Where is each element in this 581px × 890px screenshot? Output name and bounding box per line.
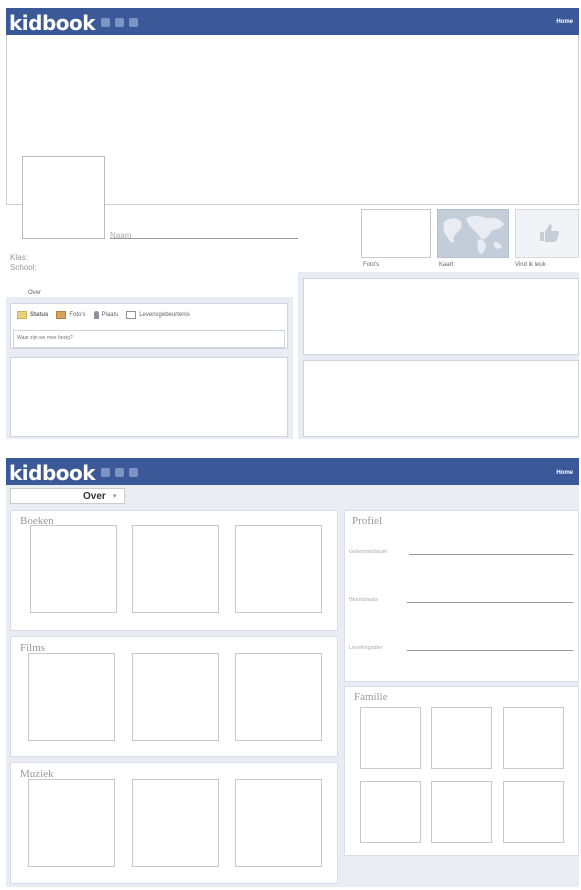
place-icon xyxy=(93,311,99,319)
film-slot[interactable] xyxy=(235,653,322,741)
messages-icon[interactable] xyxy=(115,18,124,27)
friends-icon[interactable] xyxy=(101,468,110,477)
logo-2[interactable]: kidbook xyxy=(9,461,96,485)
favorite-animal-label: Lievelingsdier xyxy=(349,645,383,651)
profile-heading: Profiel xyxy=(352,515,382,527)
family-slot[interactable] xyxy=(431,707,492,769)
photos-thumb[interactable] xyxy=(361,209,431,258)
status-composer: Status Foto's Plaats Levensgebeurtenis W… xyxy=(10,303,288,349)
chevron-down-icon: ▾ xyxy=(113,493,117,500)
top-bar-2: kidbook Home xyxy=(6,458,579,485)
book-slot[interactable] xyxy=(235,525,322,613)
top-bar: kidbook Home xyxy=(6,8,579,35)
logo[interactable]: kidbook xyxy=(9,11,96,35)
residence-line[interactable] xyxy=(407,602,573,603)
residence-label: Woonplaats xyxy=(349,597,378,603)
like-icon xyxy=(540,224,559,242)
birthdate-line[interactable] xyxy=(409,554,573,555)
family-slot[interactable] xyxy=(431,781,492,843)
composer-tab-life-event[interactable]: Levensgebeurtenis xyxy=(126,311,190,319)
family-slot[interactable] xyxy=(503,781,564,843)
world-map-icon xyxy=(443,216,504,254)
family-section: Familie xyxy=(344,686,579,856)
composer-tab-place[interactable]: Plaats xyxy=(93,311,118,319)
family-slot[interactable] xyxy=(360,781,421,843)
family-slot[interactable] xyxy=(360,707,421,769)
music-slot[interactable] xyxy=(235,779,322,867)
notifications-icon[interactable] xyxy=(129,18,138,27)
music-section: Muziek xyxy=(10,762,338,884)
family-heading: Familie xyxy=(354,691,388,703)
music-slot[interactable] xyxy=(28,779,115,867)
book-slot[interactable] xyxy=(132,525,219,613)
messages-icon[interactable] xyxy=(115,468,124,477)
over-link[interactable]: Over xyxy=(28,290,41,296)
film-slot[interactable] xyxy=(28,653,115,741)
notifications-icon[interactable] xyxy=(129,468,138,477)
film-slot[interactable] xyxy=(132,653,219,741)
composer-tab-photos[interactable]: Foto's xyxy=(56,311,86,319)
composer-tab-status[interactable]: Status xyxy=(17,311,48,319)
photos-thumb-label[interactable]: Foto's xyxy=(363,262,379,268)
home-link[interactable]: Home xyxy=(556,19,573,25)
map-thumb[interactable] xyxy=(437,209,509,258)
photo-icon xyxy=(56,311,67,319)
map-thumb-label[interactable]: Kaart xyxy=(439,262,453,268)
life-event-icon xyxy=(126,311,137,319)
composer-input[interactable]: Waar zijn we mee bezig? xyxy=(13,330,285,348)
music-slot[interactable] xyxy=(132,779,219,867)
birthdate-label: Geboortedatum xyxy=(349,549,388,555)
right-card-1 xyxy=(303,278,579,355)
post-card-1 xyxy=(10,357,288,437)
books-section: Boeken xyxy=(10,510,338,631)
favorite-animal-line[interactable] xyxy=(407,650,573,651)
over-dropdown[interactable]: Over ▾ xyxy=(10,488,125,504)
likes-thumb[interactable] xyxy=(515,209,579,258)
home-link-2[interactable]: Home xyxy=(556,470,573,476)
profile-picture[interactable] xyxy=(22,156,105,239)
family-slot[interactable] xyxy=(503,707,564,769)
book-slot[interactable] xyxy=(30,525,117,613)
status-icon xyxy=(17,311,27,319)
class-label: Klas: xyxy=(10,253,28,262)
profile-name-line xyxy=(110,238,298,239)
likes-thumb-label[interactable]: Vind ik leuk xyxy=(515,262,546,268)
school-label: School: xyxy=(10,263,37,272)
profile-section: Profiel Geboortedatum Woonplaats Lieveli… xyxy=(344,510,579,682)
right-card-2 xyxy=(303,360,579,437)
friends-icon[interactable] xyxy=(101,18,110,27)
films-section: Films xyxy=(10,636,338,757)
